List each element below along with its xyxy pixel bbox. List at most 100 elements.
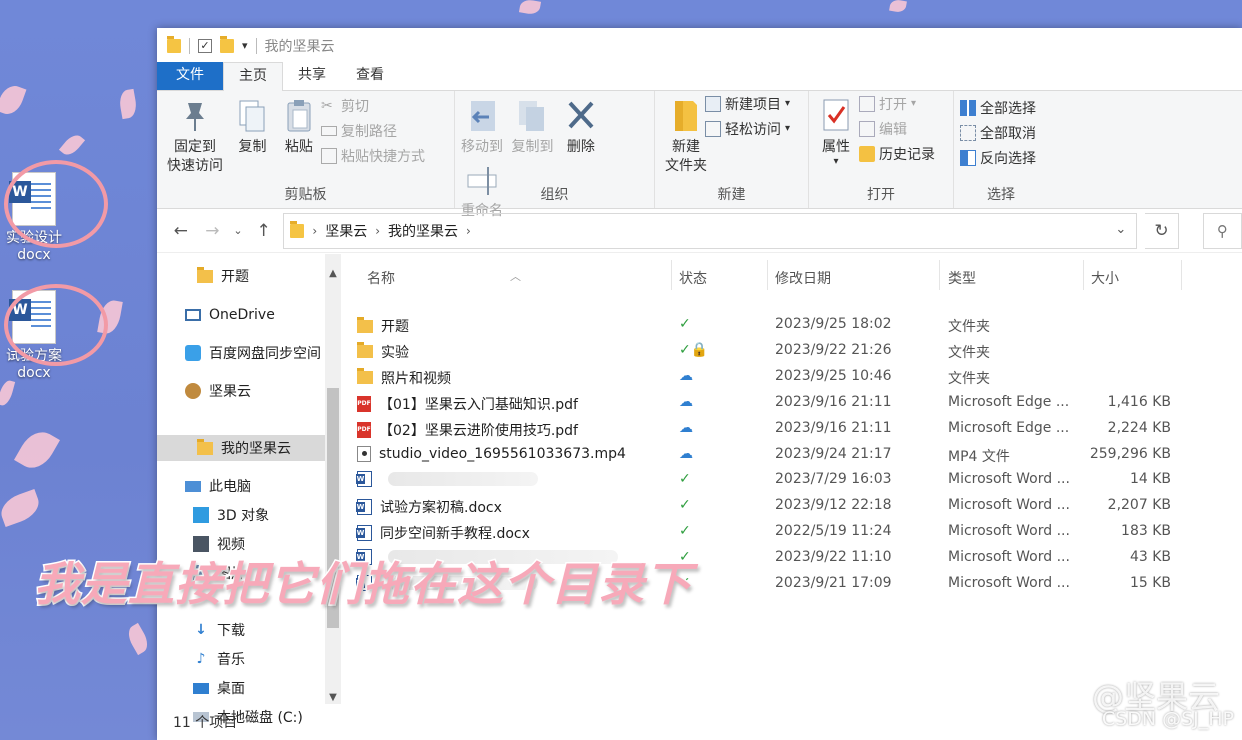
file-row[interactable]: 开题 ✓ 2023/9/25 18:02 文件夹 (343, 312, 1242, 338)
pin-quick-access-button[interactable]: 固定到 快速访问 (163, 95, 227, 178)
nav-scrollbar[interactable]: ▲ ▼ (325, 254, 341, 704)
highlight-circle (4, 160, 108, 248)
mp4-file-icon (357, 445, 371, 462)
paste-shortcut-icon (321, 147, 337, 164)
open-button[interactable]: 打开 ▾ (859, 91, 935, 116)
paste-button[interactable]: 粘贴 (278, 95, 320, 159)
properties-label: 属性 (822, 139, 850, 155)
breadcrumb-my-jianguoyun[interactable]: 我的坚果云 (388, 221, 458, 241)
forward-arrow-icon[interactable]: → (201, 221, 225, 241)
file-row[interactable]: 试验方案初稿.docx ✓ 2023/9/12 22:18 Microsoft Wor… (343, 493, 1242, 519)
search-icon[interactable]: ⚲ (1202, 212, 1242, 249)
nav-item-label: 开题 (221, 269, 249, 285)
file-size: 14 KB (1129, 471, 1171, 488)
invert-selection-icon (960, 149, 976, 166)
sync-status: ☁ (679, 419, 693, 436)
copy-to-button[interactable]: 复制到 (509, 95, 555, 159)
file-type: 文件夹 (948, 370, 990, 387)
file-row[interactable]: 同步空间新手教程.docx ✓ 2022/5/19 11:24 Microsoft W… (343, 519, 1242, 545)
nav-item-jianguoyun[interactable]: 坚果云 (185, 378, 251, 404)
select-none-button[interactable]: 全部取消 (960, 120, 1042, 145)
new-item-button[interactable]: 新建项目 ▾ (705, 91, 790, 116)
new-folder-button[interactable]: 新建 文件夹 (661, 95, 711, 178)
watermark-csdn: CSDN @SJ_HP (1101, 708, 1234, 730)
cut-button[interactable]: ✂ 剪切 (321, 93, 425, 118)
petal (58, 131, 86, 159)
copy-path-button[interactable]: 复制路径 (321, 118, 425, 143)
group-open: 属性 ▾ 打开 ▾ 编辑 历史记录 打开 (809, 91, 954, 208)
open-small-buttons: 打开 ▾ 编辑 历史记录 (859, 91, 935, 166)
properties-icon (819, 97, 853, 135)
address-bar[interactable]: › 坚果云 › 我的坚果云 › ⌄ (283, 212, 1138, 249)
sync-status: ✓ (679, 497, 691, 514)
breadcrumb-jianguoyun[interactable]: 坚果云 (325, 221, 367, 241)
column-type[interactable]: 类型 (948, 268, 976, 288)
tab-share[interactable]: 共享 (283, 62, 341, 90)
nav-item-onedrive[interactable]: OneDrive (185, 302, 275, 328)
file-size: 2,207 KB (1107, 497, 1171, 514)
file-type: Microsoft Word ... (948, 575, 1070, 591)
nav-item-downloads[interactable]: ↓ 下载 (193, 617, 245, 643)
sort-up-icon: ︿ (510, 270, 521, 283)
easy-access-button[interactable]: 轻松访问 ▾ (705, 116, 790, 141)
properties-button[interactable]: 属性 ▾ (815, 95, 857, 169)
nav-item-music[interactable]: ♪ 音乐 (193, 646, 245, 672)
chevron-right-icon[interactable]: › (312, 224, 317, 238)
modified-date: 2023/9/25 10:46 (775, 367, 892, 384)
scroll-down-icon[interactable]: ▼ (325, 692, 341, 703)
nav-item-baidu-sync[interactable]: 百度网盘同步空间 (185, 340, 321, 366)
nav-item-label: 3D 对象 (217, 508, 270, 524)
folder-file-icon (357, 316, 373, 333)
nav-item-kaiti[interactable]: 开题 (197, 263, 249, 289)
scroll-up-icon[interactable]: ▲ (325, 268, 341, 279)
move-to-button[interactable]: 移动到 (459, 95, 505, 159)
recent-chevron-icon[interactable]: ⌄ (232, 224, 244, 237)
column-size[interactable]: 大小 (1091, 268, 1119, 288)
sync-status: ☁ (679, 393, 693, 410)
edit-button[interactable]: 编辑 (859, 116, 935, 141)
desktop-icon (193, 682, 209, 694)
file-name-cell: 实验 (357, 342, 409, 362)
file-row[interactable]: 照片和视频 ☁ 2023/9/25 10:46 文件夹 (343, 364, 1242, 390)
quick-access-dropdown[interactable]: ▾ (242, 39, 248, 52)
up-arrow-icon[interactable]: ↑ (252, 221, 276, 241)
invert-selection-button[interactable]: 反向选择 (960, 145, 1042, 170)
column-name[interactable]: 名称 (367, 268, 395, 288)
group-clipboard: 固定到 快速访问 复制 粘贴 ✂ 剪切 复制路径 粘贴快捷方式 剪贴板 (157, 91, 455, 208)
folder-icon (167, 35, 181, 53)
file-row[interactable]: studio_video_1695561033673.mp4 ☁ 2023/9/24… (343, 442, 1242, 468)
nav-item-3d-objects[interactable]: 3D 对象 (193, 502, 269, 528)
tab-file[interactable]: 文件 (157, 62, 223, 90)
file-row[interactable]: 实验 ✓🔒 2023/9/22 21:26 文件夹 (343, 338, 1242, 364)
nav-item-desktop[interactable]: 桌面 (193, 675, 245, 701)
modified-date: 2023/7/29 16:03 (775, 471, 892, 488)
file-row[interactable]: ✓ 2023/7/29 16:03 Microsoft Word ... 14 KB (343, 467, 1242, 493)
address-dropdown-icon[interactable]: ⌄ (1115, 222, 1126, 237)
nav-item-this-pc[interactable]: 此电脑 (185, 473, 251, 499)
file-row[interactable]: PDF 【02】坚果云进阶使用技巧.pdf ☁ 2023/9/16 21:11 Micr… (343, 416, 1242, 442)
chevron-right-icon[interactable]: › (375, 224, 380, 238)
copy-button[interactable]: 复制 (231, 95, 273, 159)
tab-view[interactable]: 查看 (341, 62, 399, 90)
modified-date: 2023/9/16 21:11 (775, 419, 892, 436)
file-name-cell: PDF 【02】坚果云进阶使用技巧.pdf (357, 420, 578, 440)
highlight-circle (4, 284, 108, 366)
file-row[interactable]: PDF 【01】坚果云入门基础知识.pdf ☁ 2023/9/16 21:11 Micr… (343, 390, 1242, 416)
move-to-label: 移动到 (461, 139, 503, 155)
pin-label-2: 快速访问 (167, 158, 223, 174)
paste-shortcut-button[interactable]: 粘贴快捷方式 (321, 143, 425, 168)
column-date[interactable]: 修改日期 (775, 268, 831, 288)
properties-check-icon[interactable]: ✓ (198, 38, 212, 53)
history-button[interactable]: 历史记录 (859, 141, 935, 166)
refresh-icon[interactable]: ↻ (1145, 212, 1179, 249)
tab-home[interactable]: 主页 (223, 62, 283, 91)
column-status[interactable]: 状态 (679, 268, 707, 288)
nav-item-my-jianguoyun[interactable]: 我的坚果云 (157, 435, 325, 461)
select-all-button[interactable]: 全部选择 (960, 95, 1042, 120)
back-arrow-icon[interactable]: ← (169, 221, 193, 241)
delete-button[interactable]: 删除 (560, 95, 602, 159)
sync-status: ☁ (679, 445, 693, 462)
chevron-right-icon[interactable]: › (466, 224, 471, 238)
modified-date: 2023/9/12 22:18 (775, 497, 892, 514)
new-folder-quick-icon[interactable] (220, 35, 234, 53)
